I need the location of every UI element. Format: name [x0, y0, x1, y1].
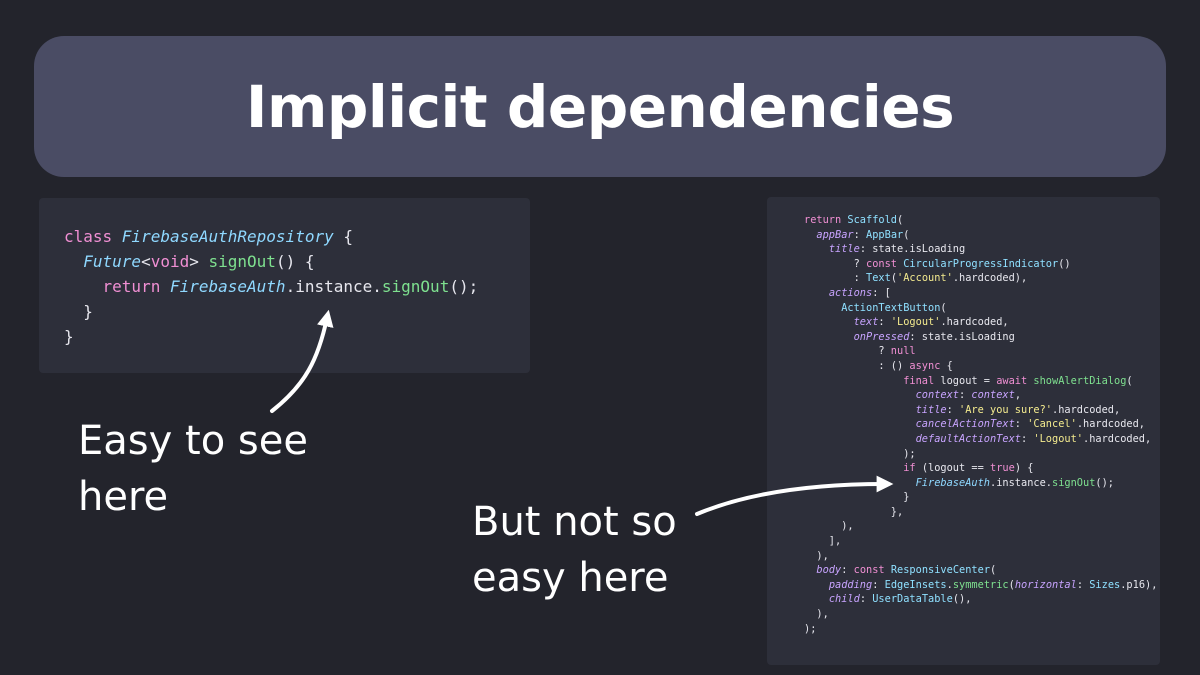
arrow-to-left-code [270, 309, 334, 413]
callout-easy: Easy to see here [78, 413, 308, 525]
callout-easy-line2: here [78, 474, 169, 520]
callout-not-easy: But not so easy here [472, 494, 677, 606]
arrow-to-right-code [695, 475, 894, 516]
callout-not-easy-line1: But not so [472, 499, 677, 545]
callout-easy-line1: Easy to see [78, 418, 308, 464]
callout-not-easy-line2: easy here [472, 555, 669, 601]
